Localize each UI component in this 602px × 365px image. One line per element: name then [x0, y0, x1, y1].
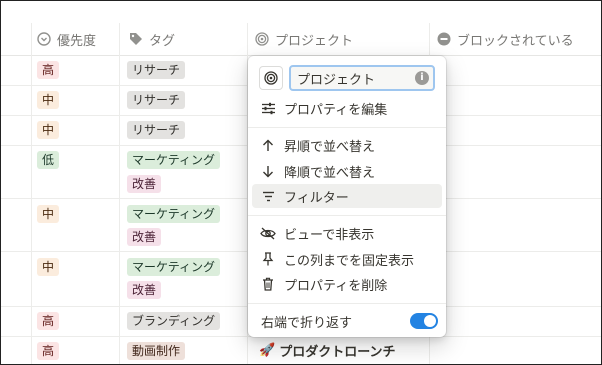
priority-badge: 中	[37, 91, 60, 109]
priority-badge: 高	[37, 61, 60, 79]
circle-chevron-icon	[37, 32, 51, 46]
arrow-down-icon	[263, 165, 273, 177]
info-icon[interactable]: i	[415, 71, 429, 85]
column-header-project[interactable]: プロジェクト	[255, 23, 353, 55]
sort-ascending-item[interactable]: 昇順で並べ替え	[252, 133, 442, 157]
priority-badge: 中	[37, 205, 60, 223]
priority-badge: 中	[37, 121, 60, 139]
property-name-value: プロジェクト	[297, 72, 376, 88]
tag-chip: 改善	[127, 228, 162, 246]
priority-badge: 高	[37, 342, 60, 360]
menu-item-label: 降順で並べ替え	[284, 165, 376, 181]
property-icon-button[interactable]	[259, 66, 283, 90]
column-header-label: ブロックされている	[457, 33, 574, 49]
priority-badge: 高	[37, 312, 60, 330]
menu-divider	[248, 303, 446, 304]
hide-in-view-item[interactable]: ビューで非表示	[252, 221, 442, 245]
tag-icon	[130, 33, 142, 45]
eye-off-icon	[260, 227, 276, 239]
delete-property-item[interactable]: プロパティを削除	[252, 272, 442, 296]
menu-item-label: フィルター	[284, 190, 349, 206]
menu-item-label: プロパティを編集	[284, 102, 388, 118]
menu-divider	[248, 127, 446, 128]
database-table-view: 優先度 タグ プロジェクト ブロックされている 高 リサーチ 中 リサーチ 中 …	[0, 0, 602, 365]
menu-item-label: 右端で折り返す	[261, 315, 353, 331]
column-header-priority[interactable]: 優先度	[37, 23, 96, 55]
tag-chip: 改善	[127, 281, 162, 299]
tag-chip: 動画制作	[127, 342, 186, 360]
priority-badge: 中	[37, 258, 60, 276]
sliders-icon	[261, 102, 275, 114]
sort-descending-item[interactable]: 降順で並べ替え	[252, 159, 442, 183]
menu-divider	[248, 215, 446, 216]
target-icon	[255, 32, 269, 46]
tag-chip: 改善	[127, 175, 162, 193]
tag-chip: リサーチ	[127, 121, 186, 139]
column-header-tags[interactable]: タグ	[129, 23, 175, 55]
toggle-knob	[424, 315, 436, 327]
rocket-icon: 🚀	[259, 343, 276, 358]
tag-chip: マーケティング	[127, 258, 221, 276]
pin-icon	[262, 252, 274, 266]
wrap-text-item[interactable]: 右端で折り返す	[252, 309, 442, 333]
column-header-label: タグ	[149, 33, 176, 49]
menu-item-label: 昇順で並べ替え	[284, 139, 376, 155]
trash-icon	[263, 277, 273, 291]
filter-icon	[262, 191, 274, 201]
target-icon	[264, 71, 278, 85]
tag-chip: マーケティング	[127, 151, 221, 169]
wrap-toggle[interactable]	[410, 313, 438, 329]
edit-property-item[interactable]: プロパティを編集	[252, 96, 442, 120]
column-header-blocked[interactable]: ブロックされている	[437, 23, 574, 55]
menu-item-label: プロパティを削除	[284, 278, 388, 294]
tag-chip: リサーチ	[127, 91, 186, 109]
project-link[interactable]: 🚀 プロダクトローンチ	[259, 341, 396, 360]
table-header: 優先度 タグ プロジェクト ブロックされている	[1, 23, 601, 56]
arrow-up-icon	[263, 139, 273, 151]
menu-item-label: この列までを固定表示	[284, 253, 415, 269]
property-menu: プロジェクト i プロパティを編集 昇順で並べ替え 降順で並べ替え フィルター …	[248, 56, 446, 337]
filter-item[interactable]: フィルター	[252, 184, 442, 208]
column-header-label: 優先度	[57, 33, 97, 49]
tag-chip: マーケティング	[127, 205, 221, 223]
tag-chip: リサーチ	[127, 61, 186, 79]
tag-chip: ブランディング	[127, 312, 221, 330]
column-header-label: プロジェクト	[275, 33, 354, 49]
project-name: プロダクトローンチ	[279, 345, 396, 360]
freeze-column-item[interactable]: この列までを固定表示	[252, 247, 442, 271]
menu-item-label: ビューで非表示	[284, 227, 375, 243]
property-name-field[interactable]: プロジェクト i	[289, 65, 435, 91]
priority-badge: 低	[37, 151, 60, 169]
blocked-icon	[437, 32, 451, 46]
